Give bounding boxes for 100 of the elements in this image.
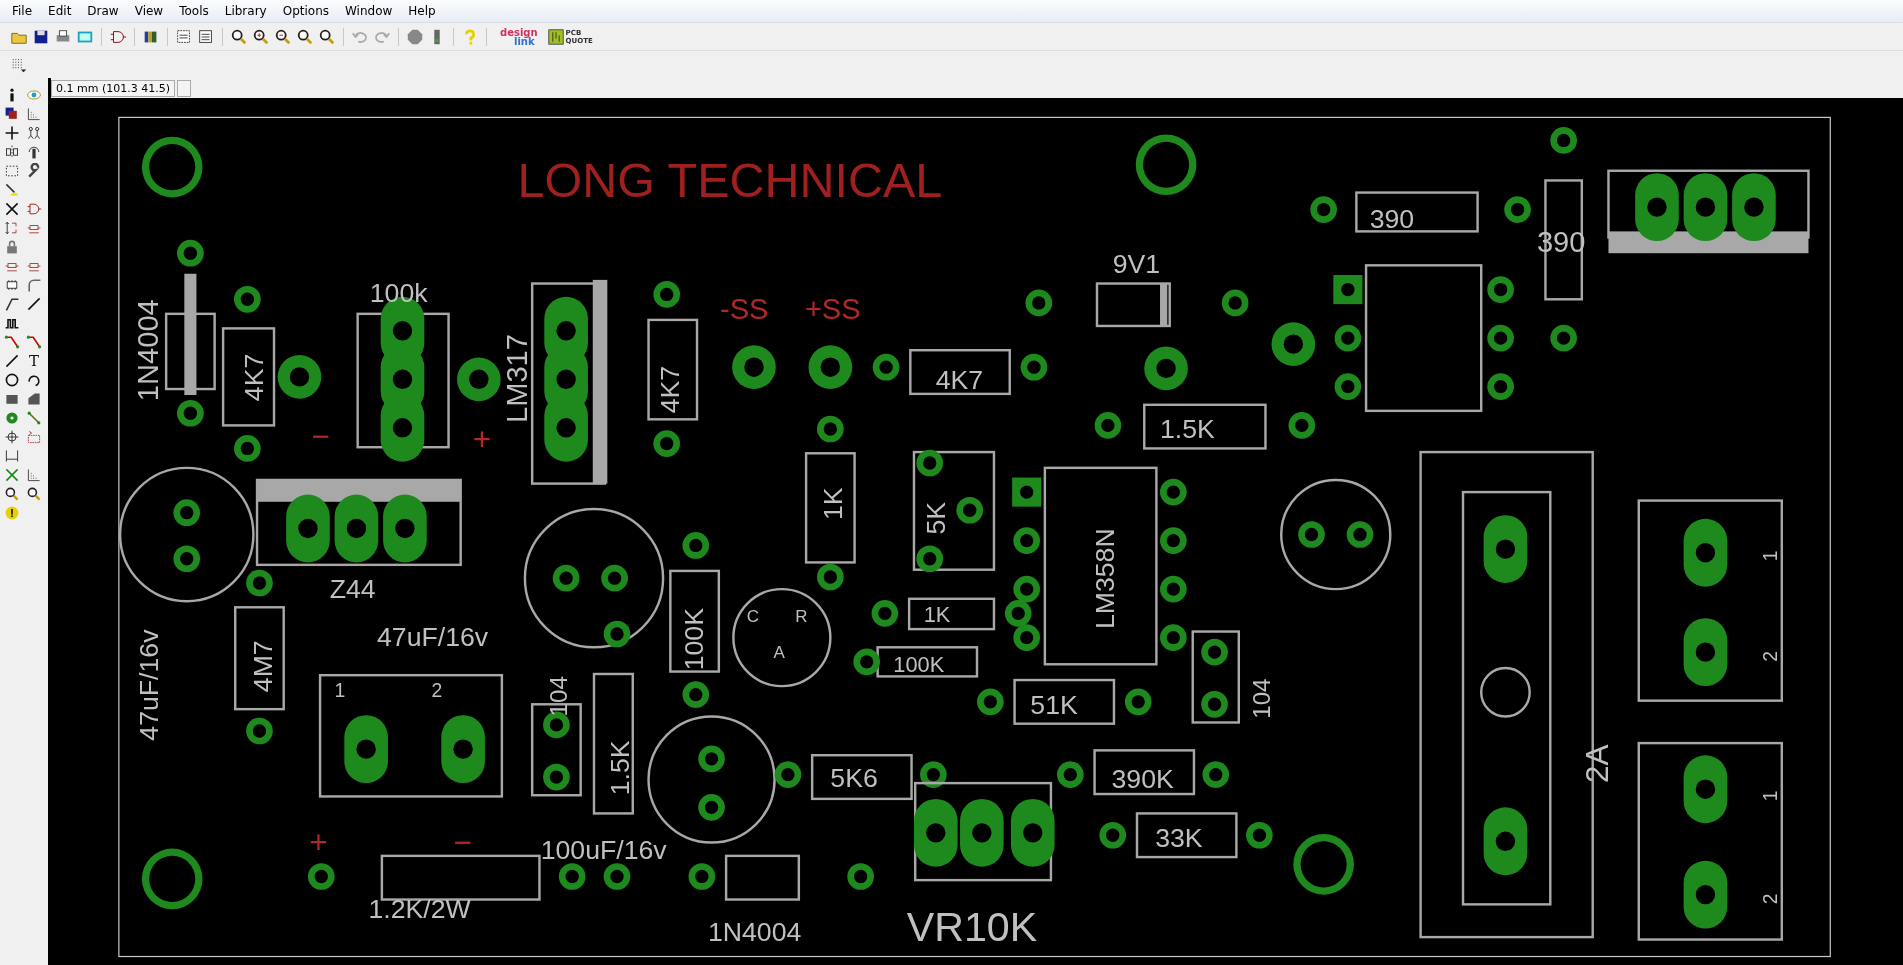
pen-icon[interactable] <box>4 182 20 198</box>
script-icon[interactable] <box>175 27 193 46</box>
via-icon[interactable] <box>4 410 20 426</box>
stop-sign-icon[interactable] <box>406 27 424 46</box>
component-label: 4K7 <box>935 365 984 395</box>
net-label: − <box>311 418 330 455</box>
mounting-hole <box>1293 834 1354 895</box>
pin-label: 2 <box>431 679 443 701</box>
mounting-hole <box>1271 322 1316 366</box>
component-label: 390 <box>1369 203 1415 234</box>
component-label: 9V1 <box>1112 248 1161 279</box>
bracket-icon[interactable] <box>4 220 20 236</box>
layers-icon[interactable] <box>4 106 20 122</box>
mounting-hole <box>277 355 322 399</box>
selection-box-icon[interactable] <box>4 163 20 179</box>
chip-icon[interactable] <box>4 277 20 293</box>
pin-label: 2 <box>1758 651 1781 662</box>
gate-symbol-icon[interactable] <box>26 201 42 217</box>
component-label: LM358N <box>1089 528 1120 630</box>
component-label: 4M7 <box>247 640 278 693</box>
component-label: 51K <box>1030 690 1078 720</box>
grid-icon[interactable] <box>26 467 42 483</box>
line-icon[interactable] <box>4 353 20 369</box>
miter-icon[interactable] <box>4 296 20 312</box>
line-icon[interactable] <box>26 296 42 312</box>
mounting-hole <box>457 357 501 402</box>
design-link-logo[interactable]: design link <box>500 27 538 46</box>
component-label: 104 <box>1248 678 1276 719</box>
pin-label: 1 <box>1758 790 1781 802</box>
component-label: 47uF/16v <box>377 622 489 653</box>
warning-icon[interactable] <box>4 505 20 521</box>
lock-icon[interactable] <box>4 239 20 255</box>
cross-icon[interactable] <box>4 201 20 217</box>
component-label: 33K <box>1155 823 1203 854</box>
mounting-hole <box>141 136 203 198</box>
zoom-out-icon[interactable] <box>274 27 292 46</box>
component-label: 1K <box>923 601 951 627</box>
zoom-in-icon[interactable] <box>252 27 270 46</box>
menu-item[interactable]: Window <box>337 2 401 20</box>
mounting-hole <box>141 848 203 910</box>
zoom-icon[interactable] <box>296 27 314 46</box>
text-tool-button[interactable]: T <box>24 352 44 371</box>
menu-item[interactable]: Options <box>274 2 337 20</box>
command-field[interactable] <box>177 79 191 97</box>
figures-icon[interactable] <box>26 125 42 141</box>
component-label: 1.2K/2W <box>368 893 471 924</box>
menu-item[interactable]: Edit <box>40 2 80 20</box>
zoom-icon[interactable] <box>318 27 336 46</box>
net-label: +SS <box>804 292 861 325</box>
component-label: 47uF/16v <box>133 629 164 741</box>
component-label: 1K <box>818 487 849 520</box>
crosshair-icon[interactable] <box>4 429 20 445</box>
component-label: VR10K <box>906 903 1038 950</box>
route-icon[interactable] <box>4 334 20 350</box>
component-label: 1.5K <box>1160 413 1215 444</box>
net-label: + <box>472 420 492 457</box>
polygon-icon[interactable] <box>26 391 42 407</box>
rotate-icon[interactable] <box>26 144 42 160</box>
menu-item[interactable]: Library <box>216 2 275 20</box>
component-label: 1.5K <box>605 740 636 796</box>
arc-icon[interactable] <box>26 372 42 388</box>
pin-label: 2 <box>1758 893 1781 905</box>
component-label: 390K <box>1111 763 1174 794</box>
attribute-icon[interactable] <box>26 429 42 445</box>
zoom-icon[interactable] <box>230 27 248 46</box>
pin-label: A <box>773 643 785 663</box>
move-icon[interactable] <box>4 125 20 141</box>
menu-item[interactable]: View <box>126 2 172 20</box>
component-label: 1N4004 <box>131 299 164 402</box>
component-label: 4K7 <box>239 353 270 402</box>
net-label: − <box>453 824 472 861</box>
pin-label: 1 <box>334 679 346 701</box>
mounting-hole <box>808 345 853 389</box>
pin-label: R <box>795 606 808 626</box>
corner-icon[interactable] <box>26 277 42 293</box>
circle-icon[interactable] <box>4 372 20 388</box>
component-label: 5K6 <box>830 762 878 793</box>
zoom-icon[interactable] <box>26 486 42 502</box>
menu-item[interactable]: Draw <box>79 2 127 20</box>
pin-label: 1 <box>1758 550 1781 562</box>
net-label: -SS <box>720 292 769 325</box>
net-label: + <box>309 824 328 861</box>
zoom-icon[interactable] <box>4 486 20 502</box>
component-label: 2A <box>1579 744 1616 784</box>
menu-item[interactable]: File <box>4 2 41 20</box>
menu-item[interactable]: Tools <box>171 2 217 20</box>
pin-label: C <box>746 606 759 626</box>
eye-icon[interactable] <box>26 87 42 103</box>
dimension-icon[interactable] <box>4 448 20 464</box>
net-icon[interactable] <box>4 467 20 483</box>
component-label: LM317 <box>501 334 534 423</box>
wire-icon[interactable] <box>26 410 42 426</box>
menu-item[interactable]: Help <box>400 2 444 20</box>
route-icon[interactable] <box>26 334 42 350</box>
list-icon[interactable] <box>197 27 215 46</box>
mounting-hole <box>1135 134 1197 195</box>
grid-icon[interactable] <box>26 106 42 122</box>
component-label: 4K7 <box>654 365 685 414</box>
wrench-icon[interactable] <box>26 163 42 179</box>
coordinate-display: 0.1 mm (101.3 41.5) <box>51 79 175 97</box>
